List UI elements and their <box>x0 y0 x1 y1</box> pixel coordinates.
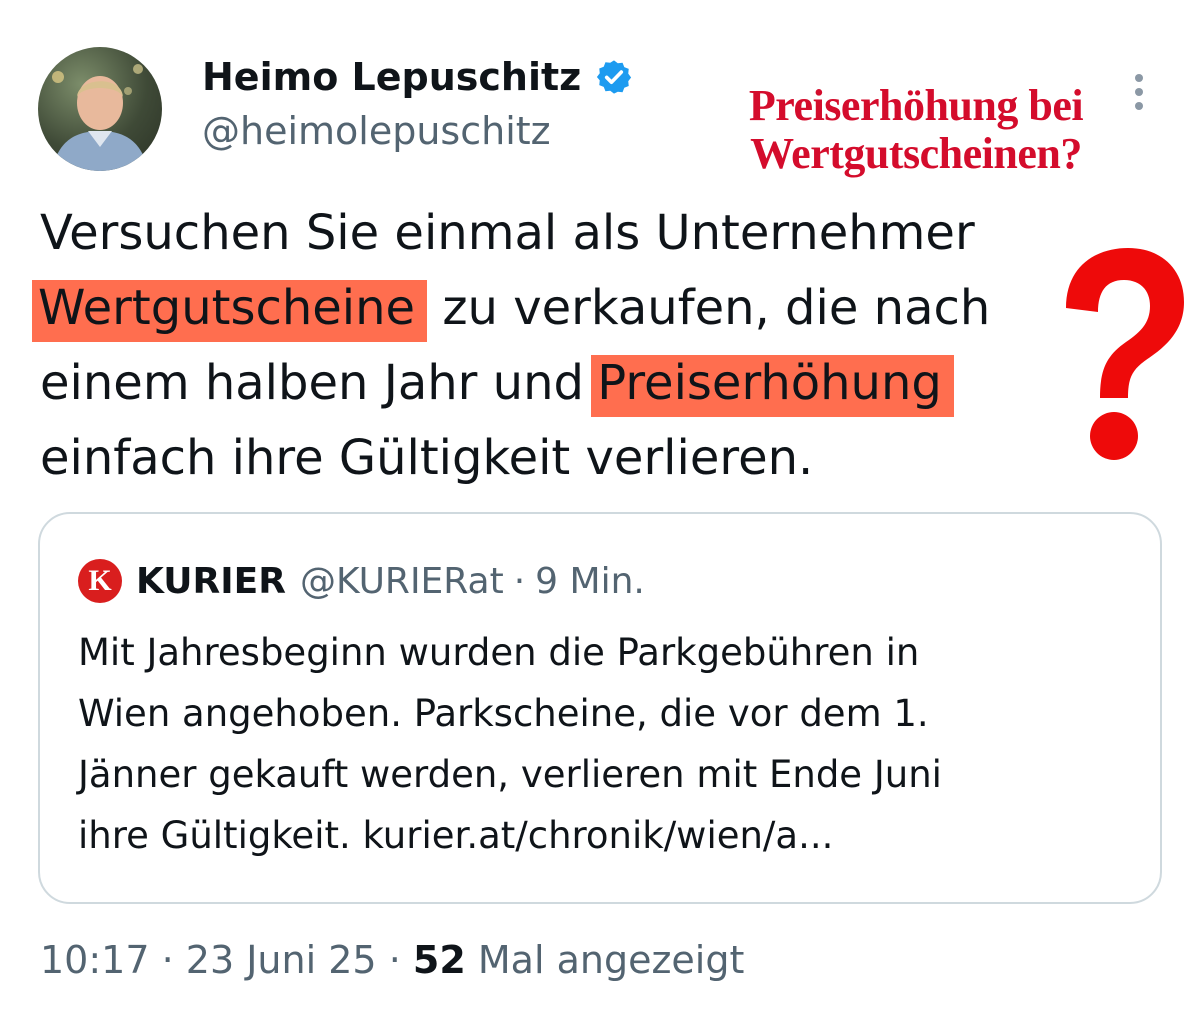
tweet-date[interactable]: 23 Juni 25 <box>186 938 377 982</box>
annotation-title-line2: Wertgutscheinen? <box>750 129 1082 178</box>
quoted-timestamp[interactable]: 9 Min. <box>535 561 645 602</box>
kurier-logo: K <box>78 559 122 603</box>
views-label: Mal angezeigt <box>477 938 745 982</box>
tweet-metadata: 10:17 · 23 Juni 25 · 52 Mal angezeigt <box>40 934 744 986</box>
quoted-tweet-header: K KURIER @KURIERat · 9 Min. <box>78 558 645 604</box>
tweet-line-4: einfach ihre Gültigkeit verlieren. <box>40 430 814 486</box>
meta-separator-2: · <box>388 938 401 982</box>
verified-badge-icon <box>595 58 633 96</box>
quoted-tweet-card[interactable]: K KURIER @KURIERat · 9 Min. Mit Jahresbe… <box>38 512 1162 904</box>
author-display-name[interactable]: Heimo Lepuschitz <box>202 54 581 100</box>
avatar-photo <box>52 64 148 171</box>
annotation-title-line1: Preiserhöhung bei <box>748 81 1084 130</box>
quoted-line-2: Wien angehoben. Parkscheine, die vor dem… <box>78 692 929 735</box>
highlight-preiserhoehung: Preiserhöhung <box>591 355 954 417</box>
quoted-author-handle[interactable]: @KURIERat <box>300 561 504 602</box>
tweet-line-3-start: einem halben Jahr und <box>40 355 600 411</box>
tweet-line-3: einem halben Jahr und Preiserhöhung <box>40 346 1080 421</box>
question-mark-icon <box>1052 240 1190 470</box>
quoted-tweet-text: Mit Jahresbeginn wurden die Parkgebühren… <box>78 622 1138 866</box>
tweet-line-1: Versuchen Sie einmal als Unternehmer <box>40 205 975 261</box>
quoted-line-4: ihre Gültigkeit. kurier.at/chronik/wien/… <box>78 814 834 857</box>
author-name-row: Heimo Lepuschitz <box>202 54 633 100</box>
quoted-line-3: Jänner gekauft werden, verlieren mit End… <box>78 753 942 796</box>
tweet-line-2: Wertgutscheine zu verkaufen, die nach <box>32 271 1080 346</box>
tweet-text: Versuchen Sie einmal als Unternehmer Wer… <box>32 196 1080 496</box>
highlight-wertgutscheine: Wertgutscheine <box>32 280 428 342</box>
tweet-line-2-rest: zu verkaufen, die nach <box>427 280 991 336</box>
more-options-icon[interactable] <box>1128 70 1150 114</box>
meta-separator-1: · <box>161 938 174 982</box>
quoted-line-1: Mit Jahresbeginn wurden die Parkgebühren… <box>78 631 920 674</box>
quoted-author-name[interactable]: KURIER <box>136 561 286 602</box>
author-handle[interactable]: @heimolepuschitz <box>202 108 551 154</box>
tweet-time[interactable]: 10:17 <box>40 938 150 982</box>
avatar[interactable] <box>38 47 162 171</box>
annotation-title: Preiserhöhung bei Wertgutscheinen? <box>716 82 1116 178</box>
views-count[interactable]: 52 <box>413 938 466 982</box>
quoted-separator: · <box>513 560 526 602</box>
